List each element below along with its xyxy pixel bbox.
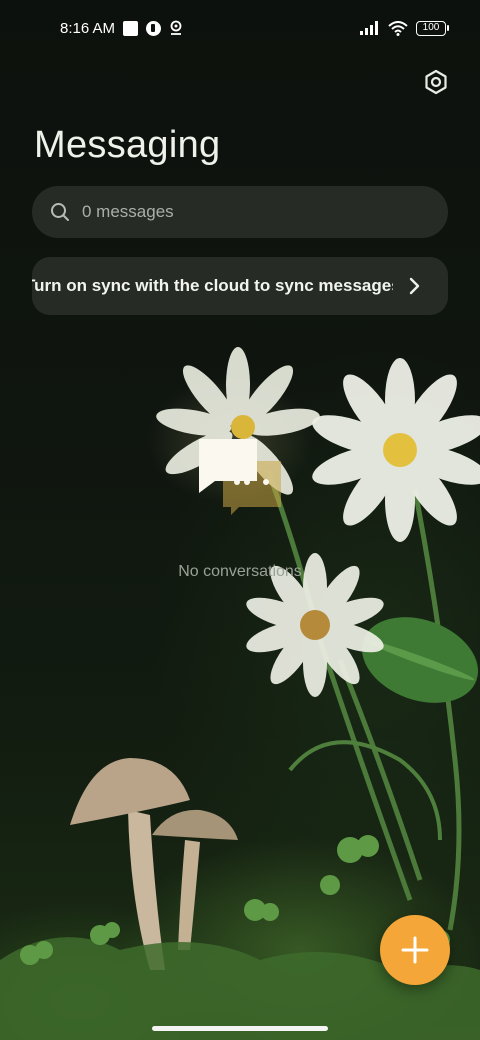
- search-bar[interactable]: [32, 186, 448, 238]
- home-indicator[interactable]: [152, 1026, 328, 1031]
- status-time: 8:16 AM: [60, 19, 116, 37]
- sync-banner-text: Turn on sync with the cloud to sync mess…: [32, 276, 393, 295]
- status-left: 8:16 AM: [60, 20, 183, 37]
- plus-icon: [401, 936, 429, 964]
- status-right: 100: [360, 20, 449, 36]
- battery-icon: 100: [416, 20, 449, 36]
- chat-bubbles-icon: [199, 439, 281, 515]
- app-notification-icon: [146, 20, 162, 36]
- wifi-icon: [388, 20, 408, 36]
- notification-square-icon: [123, 20, 139, 36]
- settings-button[interactable]: [420, 66, 452, 98]
- empty-state-text: No conversations: [178, 563, 302, 580]
- search-icon: [51, 203, 69, 221]
- settings-icon: [425, 69, 447, 95]
- sync-banner[interactable]: Turn on sync with the cloud to sync mess…: [32, 257, 448, 315]
- chevron-right-icon: [409, 277, 420, 295]
- page-title: Messaging: [34, 124, 221, 166]
- status-bar: 8:16 AM 100: [0, 0, 480, 56]
- new-message-button[interactable]: [380, 915, 450, 985]
- location-icon: [170, 20, 182, 35]
- signal-icon: [360, 21, 378, 35]
- search-input[interactable]: [82, 202, 402, 222]
